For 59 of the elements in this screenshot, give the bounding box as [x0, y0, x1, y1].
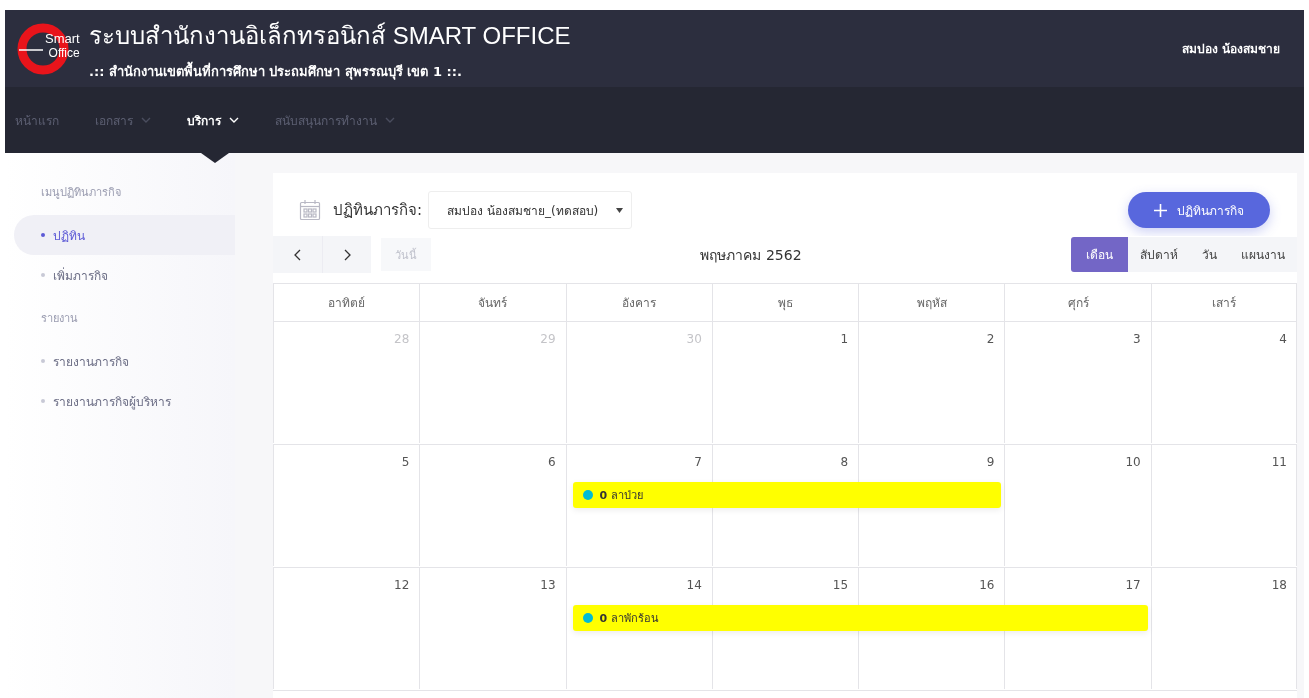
day-number: 6 [547, 455, 556, 469]
event-count: 0 [599, 488, 608, 502]
next-button[interactable] [322, 236, 371, 273]
day-number: 9 [986, 455, 995, 469]
day-number: 29 [540, 332, 556, 346]
day-number: 17 [1125, 578, 1141, 592]
view-tab[interactable]: สัปดาห์ [1128, 237, 1190, 272]
view-tab[interactable]: แผนงาน [1229, 237, 1297, 272]
nav-item[interactable]: บริการ [187, 87, 239, 153]
sidebar-heading: เมนูปฏิทินภารกิจ [40, 185, 122, 201]
day-number: 30 [686, 332, 702, 346]
previous-button[interactable] [273, 236, 322, 273]
weekday-header: พุธ [711, 284, 859, 321]
weekday-header: ศุกร์ [1004, 284, 1151, 321]
sidebar-item[interactable]: เพิ่มภารกิจ [14, 255, 235, 295]
user-name[interactable]: สมปอง น้องสมชาย [1181, 39, 1280, 58]
event-title: ลาพักร้อน [611, 611, 660, 627]
view-tab[interactable]: วัน [1190, 237, 1229, 272]
day-number: 18 [1271, 578, 1287, 592]
day-number: 14 [686, 578, 702, 592]
day-number: 28 [394, 332, 410, 346]
app-title: ระบบสำนักงานอิเล็กทรอนิกส์ SMART OFFICE [89, 20, 571, 51]
chevron-left-icon [294, 248, 301, 261]
event-bar[interactable]: 0 ลาป่วย [572, 482, 1002, 508]
add-calendar-button[interactable]: ปฏิทินภารกิจ [1128, 192, 1270, 228]
day-number: 1 [840, 332, 849, 346]
day-number: 8 [840, 455, 849, 469]
month-title: พฤษภาคม 2562 [699, 245, 803, 265]
day-number: 12 [394, 578, 410, 592]
sidebar-item[interactable]: รายงานภารกิจ [14, 341, 235, 381]
day-number: 10 [1125, 455, 1141, 469]
caret-down-icon [616, 207, 624, 213]
view-tab[interactable]: เดือน [1071, 237, 1128, 272]
plus-icon [1154, 203, 1167, 217]
weekday-header: อาทิตย์ [273, 284, 420, 321]
event-bar[interactable]: 0 ลาพักร้อน [572, 605, 1148, 631]
owner-dropdown[interactable]: สมปอง น้องสมชาย_(ทดสอบ) [428, 191, 633, 229]
weekday-header: เสาร์ [1150, 284, 1297, 321]
event-count: 0 [599, 611, 608, 625]
day-number: 11 [1271, 455, 1287, 469]
sidebar-heading: รายงาน [40, 311, 79, 327]
weekday-header: จันทร์ [419, 284, 566, 321]
day-number: 16 [979, 578, 995, 592]
day-number: 2 [986, 332, 995, 346]
day-number: 5 [401, 455, 410, 469]
day-number: 7 [694, 455, 702, 469]
event-title: ลาป่วย [611, 488, 644, 504]
day-number: 13 [540, 578, 556, 592]
chevron-right-icon [343, 248, 351, 261]
sidebar-item[interactable]: ปฏิทิน [14, 215, 235, 255]
weekday-header: อังคาร [565, 284, 712, 321]
sidebar-item[interactable]: รายงานภารกิจผู้บริหาร [14, 381, 235, 421]
calendar-icon [299, 199, 321, 221]
day-number: 4 [1279, 332, 1287, 346]
calendar-label: ปฏิทินภารกิจ: [333, 200, 423, 221]
weekday-header: พฤหัส [858, 284, 1005, 321]
day-number: 3 [1133, 332, 1141, 346]
app-subtitle: .:: สำนักงานเขตพื้นที่การศึกษา ประถมศึกษา สุพรรณบุรี เขต 1 ::. [89, 60, 463, 82]
day-number: 15 [832, 578, 849, 592]
